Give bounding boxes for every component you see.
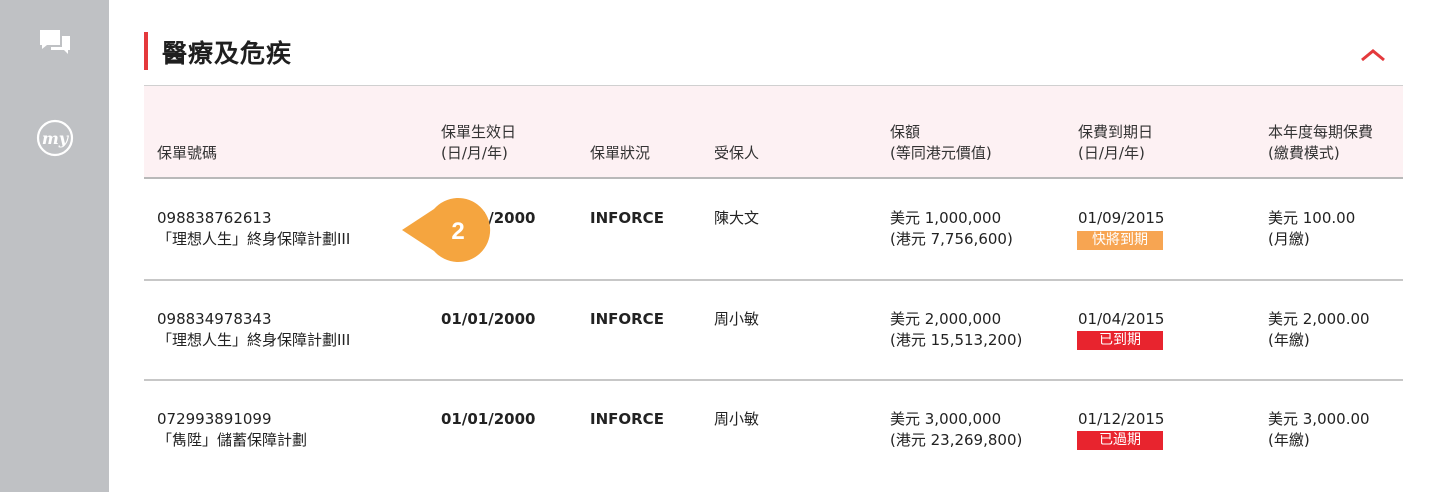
payment-mode: (年繳) (1268, 431, 1310, 449)
premium-amount: 美元 2,000.00 (1268, 310, 1370, 328)
header-sum-line2: (等同港元價值) (890, 144, 992, 162)
payment-mode: (月繳) (1268, 230, 1310, 248)
policy-number[interactable]: 098834978343 (157, 309, 272, 330)
header-divider (144, 177, 1403, 179)
my-account-icon[interactable]: my (0, 118, 109, 158)
sum-usd: 美元 3,000,000 (890, 410, 1002, 428)
table-header (144, 86, 1403, 177)
payment-mode: (年繳) (1268, 331, 1310, 349)
due-date: 01/04/2015 (1078, 310, 1165, 328)
section-accent-bar (144, 32, 148, 70)
policy-status: INFORCE (590, 410, 664, 428)
row-divider (144, 379, 1403, 381)
plan-name: 「理想人生」終身保障計劃III (157, 331, 351, 349)
premium-amount: 美元 100.00 (1268, 209, 1356, 227)
due-status-badge: 快將到期 (1077, 231, 1163, 250)
header-premium: 本年度每期保費 (繳費模式) (1268, 122, 1373, 164)
effective-date: 01/01/2000 (441, 410, 536, 428)
row-divider (144, 279, 1403, 281)
header-due-date: 保費到期日 (日/月/年) (1078, 122, 1153, 164)
policy-number[interactable]: 098838762613 (157, 208, 272, 229)
effective-date: 01/01/2000 (441, 310, 536, 328)
plan-name: 「理想人生」終身保障計劃III (157, 230, 351, 248)
header-insured: 受保人 (714, 144, 760, 162)
premium-amount: 美元 3,000.00 (1268, 410, 1370, 428)
svg-text:2: 2 (451, 218, 464, 245)
header-policy-no: 保單號碼 (157, 144, 218, 162)
sum-hkd: (港元 7,756,600) (890, 230, 1013, 248)
policy-status: INFORCE (590, 209, 664, 227)
due-status-badge: 已到期 (1077, 331, 1163, 350)
header-sum-line1: 保額 (890, 123, 921, 141)
sum-usd: 美元 2,000,000 (890, 310, 1002, 328)
collapse-chevron-up-icon[interactable] (1358, 44, 1388, 66)
plan-name: 「雋陞」儲蓄保障計劃 (157, 431, 308, 449)
policy-number[interactable]: 072993891099 (157, 409, 272, 430)
insured-name: 周小敏 (714, 410, 760, 428)
step-callout-marker: 2 (400, 195, 495, 265)
chat-icon[interactable] (0, 28, 109, 56)
header-premium-line2: (繳費模式) (1268, 144, 1340, 162)
insured-name: 周小敏 (714, 310, 760, 328)
header-effective-date-line1: 保單生效日 (441, 123, 517, 141)
header-due-line2: (日/月/年) (1078, 144, 1145, 162)
svg-text:my: my (41, 129, 69, 148)
header-sum-insured: 保額 (等同港元價值) (890, 122, 992, 164)
header-effective-date: 保單生效日 (日/月/年) (441, 122, 516, 164)
insured-name: 陳大文 (714, 209, 760, 227)
header-due-line1: 保費到期日 (1078, 123, 1154, 141)
due-date: 01/12/2015 (1078, 410, 1165, 428)
sidebar: my (0, 0, 109, 492)
due-status-badge: 已過期 (1077, 431, 1163, 450)
header-status: 保單狀況 (590, 144, 651, 162)
policy-status: INFORCE (590, 310, 664, 328)
sum-usd: 美元 1,000,000 (890, 209, 1002, 227)
sum-hkd: (港元 23,269,800) (890, 431, 1023, 449)
header-effective-date-line2: (日/月/年) (441, 144, 508, 162)
header-premium-line1: 本年度每期保費 (1268, 123, 1374, 141)
sum-hkd: (港元 15,513,200) (890, 331, 1023, 349)
due-date: 01/09/2015 (1078, 209, 1165, 227)
section-title: 醫療及危疾 (162, 39, 293, 68)
